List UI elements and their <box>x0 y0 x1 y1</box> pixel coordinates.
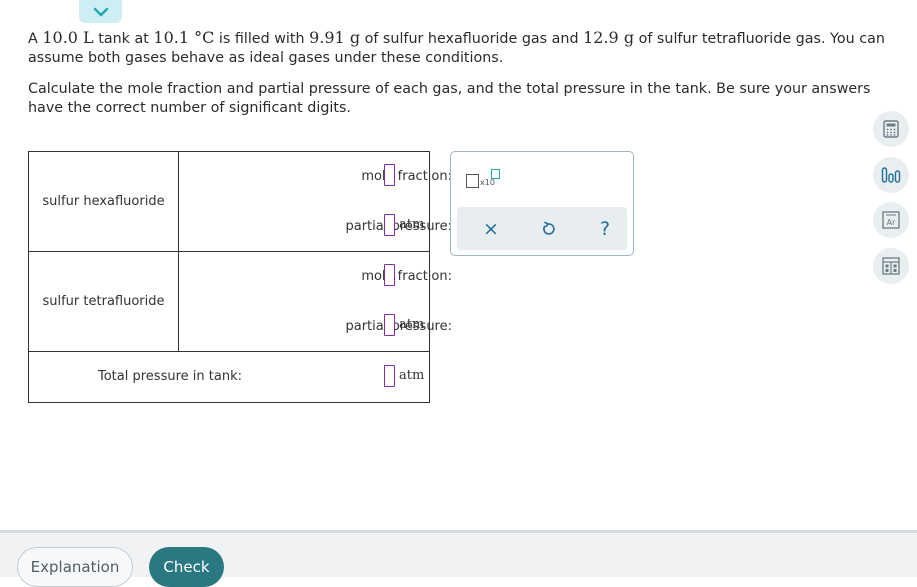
chevron-down-icon <box>93 7 108 16</box>
undo-icon <box>543 221 555 235</box>
sf6-pressure-unit: atm <box>399 217 425 232</box>
table-row: sulfur tetrafluoride mole fraction: part… <box>28 251 452 352</box>
reference-table-button[interactable] <box>873 248 909 284</box>
calculator-icon <box>883 120 899 138</box>
sf4-mole-fraction-input[interactable] <box>384 264 395 286</box>
svg-text:Ar: Ar <box>887 218 896 227</box>
tool-toolbar: × ? <box>457 207 627 250</box>
periodic-element-icon: Ar <box>882 211 900 229</box>
footer-bar: Explanation Check <box>0 530 917 587</box>
sf6-mole-fraction-input[interactable] <box>384 164 395 186</box>
temperature-value: 10.1 °C <box>153 28 215 47</box>
clear-button[interactable]: × <box>480 218 502 240</box>
answer-table: sulfur hexafluoride mole fraction: parti… <box>28 151 452 403</box>
periodic-table-button[interactable]: Ar <box>873 202 909 238</box>
undo-button[interactable] <box>537 218 559 240</box>
table-row: sulfur hexafluoride mole fraction: parti… <box>28 151 452 252</box>
bar-chart-icon <box>881 167 901 183</box>
mass-sf6-value: 9.91 g <box>309 28 361 47</box>
total-pressure-unit: atm <box>399 368 425 383</box>
prompt-paragraph-1: A 10.0 L tank at 10.1 °C is filled with … <box>28 28 885 66</box>
table-row: Total pressure in tank: <box>28 351 430 403</box>
collapse-toggle[interactable] <box>79 0 122 23</box>
mass-sf4-value: 12.9 g <box>583 28 635 47</box>
check-button[interactable]: Check <box>149 547 224 587</box>
volume-value: 10.0 L <box>42 28 94 47</box>
total-pressure-label: Total pressure in tank: <box>98 369 242 384</box>
math-tool-panel: x10 × ? <box>450 151 634 256</box>
data-chart-button[interactable] <box>873 157 909 193</box>
sf6-partial-pressure-input[interactable] <box>384 214 395 236</box>
question-mark-icon: ? <box>599 218 611 240</box>
help-button[interactable]: ? <box>594 218 616 240</box>
gas-name-sf4: sulfur tetrafluoride <box>28 251 179 352</box>
close-icon: × <box>483 218 499 240</box>
table-icon <box>882 257 900 275</box>
prompt-paragraph-2: Calculate the mole fraction and partial … <box>28 81 871 116</box>
sf4-pressure-unit: atm <box>399 317 425 332</box>
gas-name-sf6: sulfur hexafluoride <box>28 151 179 252</box>
x10-label: x10 <box>480 178 495 187</box>
scientific-notation-button[interactable]: x10 <box>466 169 500 191</box>
sf4-partial-pressure-input[interactable] <box>384 314 395 336</box>
explanation-button[interactable]: Explanation <box>17 547 133 587</box>
total-pressure-input[interactable] <box>384 365 395 387</box>
question-prompt: A 10.0 L tank at 10.1 °C is filled with … <box>28 28 903 118</box>
calculator-button[interactable] <box>873 111 909 147</box>
